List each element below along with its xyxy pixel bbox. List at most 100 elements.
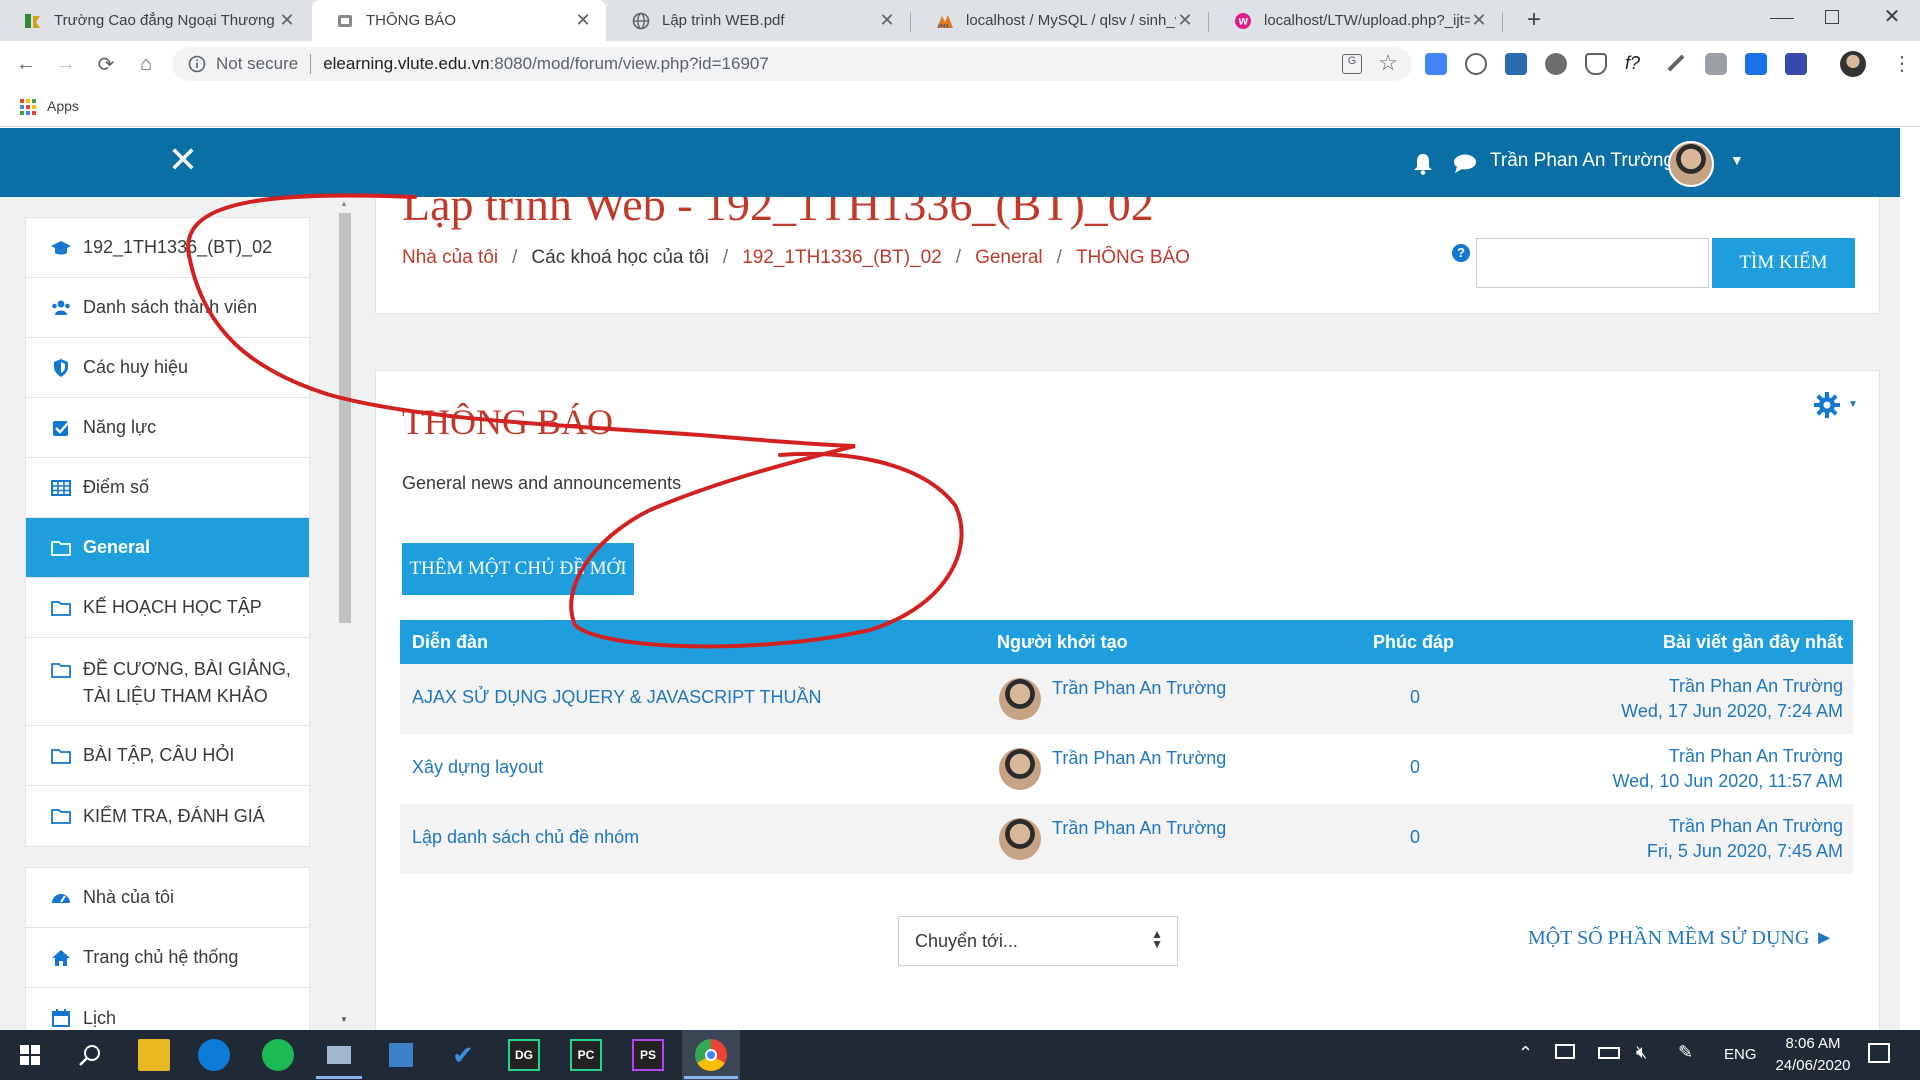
column-header-last-post[interactable]: Bài viết gần đây nhất xyxy=(1663,632,1843,653)
replies-count[interactable]: 0 xyxy=(1410,687,1420,708)
author-avatar[interactable] xyxy=(999,748,1041,790)
sidebar-item-de-cuong[interactable]: ĐỀ CƯƠNG, BÀI GIẢNG, TÀI LIỆU THAM KHẢO xyxy=(26,638,309,726)
gear-caret-icon[interactable]: ▼ xyxy=(1848,399,1858,410)
jump-to-select[interactable]: Chuyển tới... ▲ ▼ xyxy=(898,916,1178,966)
user-name[interactable]: Trần Phan An Trường xyxy=(1490,150,1674,172)
datagrip-icon[interactable]: DG xyxy=(508,1039,540,1071)
close-icon[interactable]: ✕ xyxy=(1470,10,1488,31)
camera-icon[interactable] xyxy=(1705,53,1727,75)
new-tab-button[interactable]: + xyxy=(1520,6,1548,34)
back-icon[interactable]: ← xyxy=(12,50,40,78)
close-icon[interactable]: ✕ xyxy=(1176,10,1194,31)
apps-bookmark[interactable]: Apps xyxy=(47,98,79,114)
scroll-down-arrow-icon[interactable]: ▼ xyxy=(340,1015,348,1024)
menu-dots-icon[interactable]: ⋮ xyxy=(1892,51,1912,76)
pocket-icon[interactable] xyxy=(1585,53,1607,75)
sidebar-item-general[interactable]: General xyxy=(26,518,309,578)
todo-check-icon[interactable]: ✔ xyxy=(447,1039,479,1071)
sidebar-item-grades[interactable]: Điểm số xyxy=(26,458,309,518)
last-post-author[interactable]: Trần Phan An Trường xyxy=(1669,816,1843,837)
sidebar-item-ke-hoach[interactable]: KẾ HOẠCH HỌC TẬP xyxy=(26,578,309,638)
reload-icon[interactable]: ⟳ xyxy=(92,50,120,78)
formula-icon[interactable]: f? xyxy=(1625,53,1647,75)
gear-icon[interactable] xyxy=(1813,391,1841,419)
last-post-date[interactable]: Wed, 17 Jun 2020, 7:24 AM xyxy=(1621,701,1843,722)
author-link[interactable]: Trần Phan An Trường xyxy=(1052,678,1226,699)
tab-cao-dang[interactable]: Trường Cao đẳng Ngoại Thương ✕ xyxy=(0,0,310,41)
restore-button[interactable] xyxy=(1825,10,1839,24)
bell-icon[interactable] xyxy=(1413,153,1433,175)
drawer-close-button[interactable]: ✕ xyxy=(163,140,203,180)
user-avatar[interactable] xyxy=(1668,141,1714,187)
drawer-scroll-thumb[interactable] xyxy=(339,213,351,623)
sidebar-item-course[interactable]: 192_1TH1336_(BT)_02 xyxy=(26,218,309,278)
download-manager-icon[interactable] xyxy=(1505,53,1527,75)
sidebar-item-site-home[interactable]: Trang chủ hệ thống xyxy=(26,928,309,988)
column-header-discussion[interactable]: Diễn đàn xyxy=(412,632,488,653)
search-input[interactable] xyxy=(1476,238,1709,288)
clock-time[interactable]: 8:06 AM xyxy=(1778,1035,1848,1052)
forward-icon[interactable]: → xyxy=(52,50,80,78)
search-button[interactable]: TÌM KIẾM xyxy=(1712,238,1855,288)
language-indicator[interactable]: ENG xyxy=(1724,1046,1757,1063)
network-icon[interactable] xyxy=(1555,1044,1575,1059)
discussion-topic-link[interactable]: Lập danh sách chủ đề nhóm xyxy=(412,827,639,848)
chat-icon[interactable] xyxy=(1453,154,1477,174)
user-menu-caret-icon[interactable]: ▼ xyxy=(1730,152,1744,168)
author-link[interactable]: Trần Phan An Trường xyxy=(1052,748,1226,769)
clock-date[interactable]: 24/06/2020 xyxy=(1768,1057,1858,1074)
windows-start-icon[interactable] xyxy=(14,1039,46,1071)
replies-count[interactable]: 0 xyxy=(1410,827,1420,848)
pycharm-icon[interactable]: PC xyxy=(570,1039,602,1071)
replies-count[interactable]: 0 xyxy=(1410,757,1420,778)
scroll-up-arrow-icon[interactable]: ▲ xyxy=(340,199,348,208)
tab-phpmyadmin[interactable]: PMA localhost / MySQL / qlsv / sinh_v ✕ xyxy=(912,0,1208,41)
sidebar-item-calendar[interactable]: Lịch xyxy=(26,988,309,1030)
ext-blue-icon[interactable] xyxy=(1785,53,1807,75)
sidebar-item-kiem-tra[interactable]: KIỂM TRA, ĐÁNH GIÁ xyxy=(26,786,309,846)
author-avatar[interactable] xyxy=(999,678,1041,720)
column-header-replies[interactable]: Phúc đáp xyxy=(1373,632,1454,653)
volume-muted-icon[interactable]: 🔇︎ xyxy=(1636,1042,1647,1063)
profile-avatar[interactable] xyxy=(1840,51,1866,77)
breadcrumb-home[interactable]: Nhà của tôi xyxy=(402,247,498,268)
edge-icon[interactable] xyxy=(198,1039,230,1071)
address-bar[interactable]: Not secure elearning.vlute.edu.vn:8080/m… xyxy=(172,47,1412,81)
drawer-scrollbar[interactable]: ▲ ▼ xyxy=(336,197,354,1030)
sidebar-item-bai-tap[interactable]: BÀI TẬP, CÂU HỎI xyxy=(26,726,309,786)
last-post-date[interactable]: Wed, 10 Jun 2020, 11:57 AM xyxy=(1613,771,1844,792)
close-window-button[interactable]: ✕ xyxy=(1880,4,1904,28)
tray-chevron-icon[interactable]: ⌃ xyxy=(1518,1043,1533,1064)
breadcrumb-forum[interactable]: THÔNG BÁO xyxy=(1076,247,1190,268)
google-translate-icon[interactable] xyxy=(1425,53,1447,75)
tab-thong-bao[interactable]: THÔNG BÁO ✕ xyxy=(312,0,606,41)
author-link[interactable]: Trần Phan An Trường xyxy=(1052,818,1226,839)
next-activity-link[interactable]: MỘT SỐ PHẦN MỀM SỬ DỤNG ► xyxy=(1528,927,1834,950)
spotify-icon[interactable] xyxy=(262,1039,294,1071)
breadcrumb-section[interactable]: General xyxy=(975,247,1043,268)
translate-icon[interactable]: G xyxy=(1342,54,1362,74)
chrome-icon[interactable] xyxy=(695,1039,727,1071)
sidebar-item-competencies[interactable]: Năng lực xyxy=(26,398,309,458)
speed-icon[interactable] xyxy=(1545,53,1567,75)
last-post-author[interactable]: Trần Phan An Trường xyxy=(1669,746,1843,767)
close-icon[interactable]: ✕ xyxy=(278,10,296,31)
breadcrumb-course[interactable]: 192_1TH1336_(BT)_02 xyxy=(742,247,942,268)
close-icon[interactable]: ✕ xyxy=(574,10,592,31)
add-discussion-button[interactable]: THÊM MỘT CHỦ ĐỀ MỚI xyxy=(402,543,634,595)
pen-icon[interactable]: ✎ xyxy=(1678,1042,1693,1063)
search-icon[interactable] xyxy=(74,1039,106,1071)
last-post-date[interactable]: Fri, 5 Jun 2020, 7:45 AM xyxy=(1647,841,1843,862)
recycle-icon[interactable] xyxy=(1465,53,1487,75)
close-icon[interactable]: ✕ xyxy=(878,10,896,31)
apps-grid-icon[interactable] xyxy=(20,99,36,115)
eyedropper-icon[interactable] xyxy=(1665,53,1687,75)
tab-upload[interactable]: W localhost/LTW/upload.php?_ijt=c ✕ xyxy=(1210,0,1502,41)
discussion-topic-link[interactable]: Xây dựng layout xyxy=(412,757,543,778)
file-explorer-icon[interactable] xyxy=(138,1039,170,1071)
discussion-topic-link[interactable]: AJAX SỬ DỤNG JQUERY & JAVASCRIPT THUẦN xyxy=(412,687,821,708)
info-icon[interactable] xyxy=(188,55,206,73)
help-icon[interactable]: ? xyxy=(1452,244,1470,262)
minimize-button[interactable] xyxy=(1770,8,1794,28)
sidebar-item-dashboard[interactable]: Nhà của tôi xyxy=(26,868,309,928)
